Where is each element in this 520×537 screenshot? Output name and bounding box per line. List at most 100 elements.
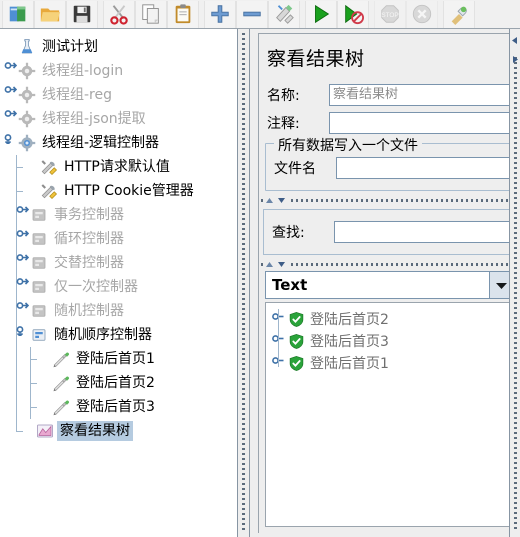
shutdown-button [406, 0, 438, 28]
results-list[interactable]: 登陆后首页2 登陆后首页3 登陆后首页1 [265, 302, 514, 527]
tree-expand-handle[interactable] [16, 252, 30, 268]
split-collapse-arrows-3[interactable] [511, 30, 520, 63]
tree-expand-handle[interactable] [16, 204, 30, 220]
clipboard-icon [172, 3, 194, 25]
view-results-tree-chart-icon [36, 422, 54, 440]
result-item-label: 登陆后首页3 [310, 334, 389, 350]
result-item[interactable]: 登陆后首页2 [266, 308, 513, 330]
tree-handle-slot [4, 35, 18, 59]
tree-item-thread-group-json[interactable]: 线程组-json提取 [0, 107, 237, 131]
result-expand-handle[interactable] [272, 308, 288, 330]
comment-input[interactable] [329, 112, 520, 134]
tree-item-http-cookie-manager[interactable]: HTTP Cookie管理器 [0, 179, 237, 203]
tree-handle-slot [16, 275, 30, 299]
filename-label: 文件名 [274, 161, 316, 177]
split-collapse-arrows-2[interactable] [265, 259, 291, 269]
tree-handle-slot [16, 203, 30, 227]
test-plan-tree[interactable]: 测试计划 线程组-login 线程组-reg 线程组-json提取 线程组-逻辑控制器 H… [0, 29, 237, 443]
tree-item-sampler-home-3[interactable]: 登陆后首页3 [0, 395, 237, 419]
results-split-divider[interactable] [509, 29, 520, 537]
tree-expand-handle[interactable] [16, 228, 30, 244]
tree-handle-slot [38, 371, 52, 395]
tree-item-random-order-controller[interactable]: 随机顺序控制器 [0, 323, 237, 347]
http-sampler-pen-icon [52, 398, 70, 416]
filename-input[interactable] [336, 157, 513, 179]
controller-active-icon [30, 326, 48, 344]
tree-item-random-controller[interactable]: 随机控制器 [0, 299, 237, 323]
tree-item-label: 登陆后首页3 [76, 399, 155, 415]
main-split-divider[interactable] [237, 29, 250, 537]
tree-item-sampler-home-2[interactable]: 登陆后首页2 [0, 371, 237, 395]
test-plan-tree-pane[interactable]: 测试计划 线程组-login 线程组-reg 线程组-json提取 线程组-逻辑控制器 H… [0, 29, 237, 537]
toolbar-separator [475, 0, 480, 28]
tree-expand-handle[interactable] [4, 84, 18, 100]
toggle-button[interactable] [268, 0, 300, 28]
controller-icon [30, 302, 48, 320]
scissors-icon [108, 3, 130, 25]
folder-open-icon [39, 3, 61, 25]
renderer-selected-value: Text [272, 276, 308, 294]
tree-item-transaction-controller[interactable]: 事务控制器 [0, 203, 237, 227]
main-toolbar: STOP [0, 0, 520, 29]
tree-item-interleave-controller[interactable]: 交替控制器 [0, 251, 237, 275]
tree-handle-slot [16, 227, 30, 251]
tree-item-thread-group-logic-controller[interactable]: 线程组-逻辑控制器 [0, 131, 237, 155]
tree-item-label: 线程组-json提取 [42, 111, 146, 127]
tree-item-label: 测试计划 [42, 39, 98, 55]
paste-button[interactable] [167, 0, 199, 28]
cut-button[interactable] [103, 0, 135, 28]
new-test-plan-button[interactable] [2, 0, 34, 28]
open-button[interactable] [34, 0, 66, 28]
upper-split-divider[interactable] [261, 195, 518, 205]
tree-expand-handle[interactable] [4, 108, 18, 124]
tree-item-view-results-tree[interactable]: 察看结果树 [0, 419, 237, 443]
renderer-select[interactable]: Text [265, 271, 514, 299]
tree-handle-slot [16, 251, 30, 275]
chevron-right-icon [513, 56, 518, 63]
tree-expand-handle[interactable] [16, 276, 30, 292]
expand-all-button[interactable] [204, 0, 236, 28]
tree-expand-handle[interactable] [16, 300, 30, 316]
controller-icon [30, 230, 48, 248]
write-results-to-file-group: 所有数据写入一个文件 文件名 [265, 135, 514, 191]
result-expand-handle[interactable] [272, 330, 288, 352]
copy-button[interactable] [135, 0, 167, 28]
new-document-icon [7, 3, 29, 25]
search-input[interactable] [334, 221, 515, 243]
thread-group-gear-active-icon [18, 134, 36, 152]
search-field-row: 查找: [264, 218, 515, 246]
tree-collapse-handle[interactable] [16, 324, 29, 340]
tree-item-once-only-controller[interactable]: 仅一次控制器 [0, 275, 237, 299]
tree-collapse-handle[interactable] [4, 132, 17, 148]
tree-handle-slot [26, 155, 40, 179]
tree-item-http-request-defaults[interactable]: HTTP请求默认值 [0, 155, 237, 179]
result-item[interactable]: 登陆后首页1 [266, 352, 513, 374]
collapse-all-button[interactable] [236, 0, 268, 28]
http-defaults-tools-icon [40, 158, 58, 176]
tree-handle-slot [4, 107, 18, 131]
tree-item-thread-group-reg[interactable]: 线程组-reg [0, 83, 237, 107]
split-collapse-arrows[interactable] [265, 195, 291, 205]
controller-icon [30, 278, 48, 296]
result-expand-handle[interactable] [272, 352, 288, 374]
tree-expand-handle[interactable] [4, 60, 18, 76]
lower-split-divider[interactable] [261, 259, 518, 269]
start-no-pauses-button[interactable] [337, 0, 369, 28]
result-item[interactable]: 登陆后首页3 [266, 330, 513, 352]
tree-item-thread-group-login[interactable]: 线程组-login [0, 59, 237, 83]
save-button[interactable] [66, 0, 98, 28]
chevron-down-icon [278, 261, 285, 267]
tree-item-test-plan[interactable]: 测试计划 [0, 35, 237, 59]
tree-item-label: 登陆后首页1 [76, 351, 155, 367]
comment-label: 注释: [267, 116, 300, 132]
element-editor-pane: 察看结果树 名称: 察看结果树 注释: 所有数据写入一个文件 文件名 查找: T… [250, 29, 520, 537]
tree-item-sampler-home-1[interactable]: 登陆后首页1 [0, 347, 237, 371]
clear-all-button[interactable] [443, 0, 475, 28]
name-input[interactable]: 察看结果树 [329, 84, 520, 106]
success-shield-icon [288, 333, 306, 350]
tree-item-loop-controller[interactable]: 循环控制器 [0, 227, 237, 251]
http-sampler-pen-icon [52, 374, 70, 392]
start-button[interactable] [305, 0, 337, 28]
play-triangle-icon [310, 3, 332, 25]
tree-handle-slot [22, 419, 36, 443]
